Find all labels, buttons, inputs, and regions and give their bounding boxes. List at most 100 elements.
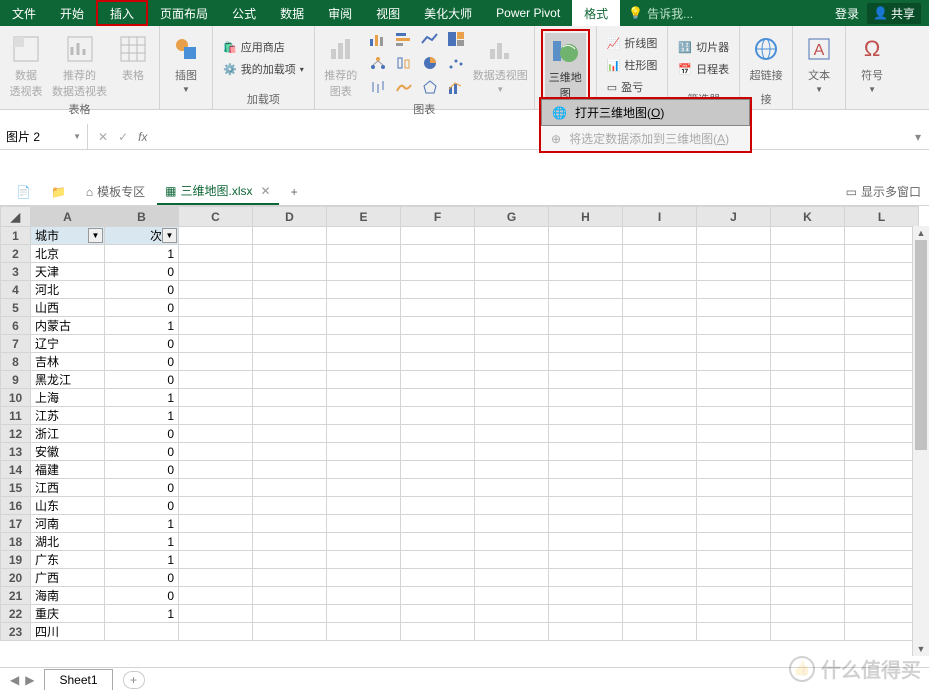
doctab-folder[interactable]: 📁 <box>43 181 74 203</box>
filter-dropdown-icon[interactable]: ▼ <box>162 228 177 243</box>
cell-A8[interactable]: 吉林 <box>31 353 105 371</box>
row-header-22[interactable]: 22 <box>1 605 31 623</box>
cell[interactable] <box>549 587 623 605</box>
cell-B9[interactable]: 0 <box>105 371 179 389</box>
cell[interactable] <box>697 479 771 497</box>
cell[interactable] <box>697 443 771 461</box>
cell[interactable] <box>771 389 845 407</box>
row-header-15[interactable]: 15 <box>1 479 31 497</box>
cell[interactable] <box>179 515 253 533</box>
cell[interactable] <box>697 461 771 479</box>
cancel-icon[interactable]: ✕ <box>98 130 108 144</box>
cell[interactable] <box>623 353 697 371</box>
cell[interactable] <box>771 227 845 245</box>
cell[interactable] <box>475 515 549 533</box>
cell[interactable] <box>327 497 401 515</box>
tab-powerpivot[interactable]: Power Pivot <box>484 0 572 26</box>
cell[interactable] <box>475 497 549 515</box>
cell[interactable] <box>253 569 327 587</box>
combo-chart-icon[interactable] <box>445 77 467 97</box>
cell[interactable] <box>771 515 845 533</box>
cell-B1[interactable]: 次数▼ <box>105 227 179 245</box>
cell[interactable] <box>327 569 401 587</box>
cell[interactable] <box>327 371 401 389</box>
cell-B11[interactable]: 1 <box>105 407 179 425</box>
row-header-23[interactable]: 23 <box>1 623 31 641</box>
cell[interactable] <box>771 407 845 425</box>
cell-A18[interactable]: 湖北 <box>31 533 105 551</box>
cell[interactable] <box>549 569 623 587</box>
filter-dropdown-icon[interactable]: ▼ <box>88 228 103 243</box>
cell[interactable] <box>327 227 401 245</box>
cell[interactable] <box>327 551 401 569</box>
cell[interactable] <box>697 281 771 299</box>
cell[interactable] <box>771 353 845 371</box>
row-header-21[interactable]: 21 <box>1 587 31 605</box>
login-link[interactable]: 登录 <box>835 5 859 22</box>
cell[interactable] <box>327 335 401 353</box>
cell[interactable] <box>697 623 771 641</box>
cell[interactable] <box>475 335 549 353</box>
cell[interactable] <box>771 551 845 569</box>
cell[interactable] <box>623 461 697 479</box>
cell[interactable] <box>697 371 771 389</box>
cell[interactable] <box>845 497 919 515</box>
cell-B2[interactable]: 1 <box>105 245 179 263</box>
cell[interactable] <box>697 227 771 245</box>
cell[interactable] <box>623 299 697 317</box>
cell[interactable] <box>475 623 549 641</box>
cell-A9[interactable]: 黑龙江 <box>31 371 105 389</box>
cell[interactable] <box>771 533 845 551</box>
recommended-charts-button[interactable]: 推荐的 图表 <box>321 29 361 99</box>
cell[interactable] <box>327 407 401 425</box>
cell[interactable] <box>179 371 253 389</box>
row-header-7[interactable]: 7 <box>1 335 31 353</box>
cell[interactable] <box>549 605 623 623</box>
cell-A7[interactable]: 辽宁 <box>31 335 105 353</box>
cell[interactable] <box>623 551 697 569</box>
cell[interactable] <box>549 407 623 425</box>
cell[interactable] <box>401 299 475 317</box>
cell[interactable] <box>253 425 327 443</box>
tab-format[interactable]: 格式 <box>572 0 620 26</box>
cell[interactable] <box>253 533 327 551</box>
cell[interactable] <box>845 389 919 407</box>
tab-data[interactable]: 数据 <box>268 0 316 26</box>
cell[interactable] <box>771 335 845 353</box>
cell[interactable] <box>253 227 327 245</box>
cell[interactable] <box>771 443 845 461</box>
stock-chart-icon[interactable] <box>367 77 389 97</box>
tab-insert[interactable]: 插入 <box>96 0 148 26</box>
col-header-I[interactable]: I <box>623 207 697 227</box>
cell[interactable] <box>401 389 475 407</box>
fx-icon[interactable]: fx <box>138 130 147 144</box>
cell[interactable] <box>253 281 327 299</box>
cell[interactable] <box>549 335 623 353</box>
col-header-E[interactable]: E <box>327 207 401 227</box>
cell[interactable] <box>401 317 475 335</box>
row-header-4[interactable]: 4 <box>1 281 31 299</box>
cell[interactable] <box>623 407 697 425</box>
row-header-18[interactable]: 18 <box>1 533 31 551</box>
cell[interactable] <box>845 227 919 245</box>
cell[interactable] <box>549 371 623 389</box>
cell[interactable] <box>697 569 771 587</box>
cell[interactable] <box>623 371 697 389</box>
cell[interactable] <box>549 227 623 245</box>
column-chart-icon[interactable] <box>367 29 389 49</box>
cell[interactable] <box>845 335 919 353</box>
sparkline-winloss-button[interactable]: ▭盈亏 <box>603 77 662 97</box>
cell[interactable] <box>845 281 919 299</box>
cell-B19[interactable]: 1 <box>105 551 179 569</box>
cell[interactable] <box>401 263 475 281</box>
cell[interactable] <box>845 569 919 587</box>
cell[interactable] <box>401 569 475 587</box>
cell[interactable] <box>771 299 845 317</box>
cell[interactable] <box>771 479 845 497</box>
cell[interactable] <box>845 371 919 389</box>
row-header-20[interactable]: 20 <box>1 569 31 587</box>
cell[interactable] <box>327 533 401 551</box>
treemap-chart-icon[interactable] <box>445 29 467 49</box>
col-header-L[interactable]: L <box>845 207 919 227</box>
cell[interactable] <box>475 425 549 443</box>
